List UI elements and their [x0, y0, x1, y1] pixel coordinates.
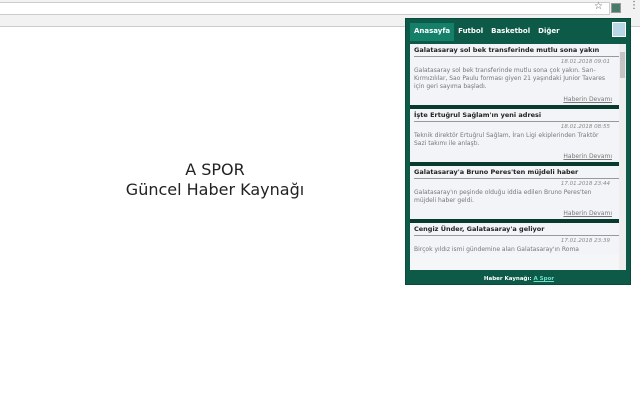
- news-summary: Galatasaray'ın peşinde olduğu iddia edil…: [414, 189, 592, 204]
- news-list: Galatasaray sol bek transferinde mutlu s…: [410, 44, 626, 270]
- tab-diger[interactable]: Diğer: [534, 23, 563, 41]
- page-heading: A SPOR Güncel Haber Kaynağı: [90, 160, 340, 200]
- read-more-link[interactable]: Haberin Devamı: [414, 209, 622, 219]
- news-item: Cengiz Ünder, Galatasaray'a geliyor 17.0…: [410, 223, 626, 254]
- news-date: 17.01.2018 23:44: [560, 181, 610, 187]
- scrollbar-thumb[interactable]: [620, 52, 625, 78]
- news-summary: Galatasaray sol bek transferinde mutlu s…: [414, 67, 606, 90]
- news-item: İşte Ertuğrul Sağlam'ın yeni adresi 18.0…: [410, 109, 626, 166]
- news-item: Galatasaray sol bek transferinde mutlu s…: [410, 44, 626, 109]
- read-more-link[interactable]: Haberin Devamı: [414, 152, 622, 162]
- tab-bar: Anasayfa Futbol Basketbol Diğer: [410, 23, 564, 41]
- source-link[interactable]: A Spor: [534, 276, 555, 282]
- tab-anasayfa[interactable]: Anasayfa: [410, 23, 455, 41]
- tab-basketbol[interactable]: Basketbol: [487, 23, 534, 41]
- news-item: Galatasaray'a Bruno Peres'ten müjdeli ha…: [410, 166, 626, 223]
- footer: Haber Kaynağı: A Spor: [406, 276, 632, 282]
- bookmark-star-icon[interactable]: ☆: [594, 1, 603, 12]
- extension-popup: Anasayfa Futbol Basketbol Diğer Galatasa…: [405, 18, 631, 285]
- logo-icon: [612, 22, 626, 37]
- news-title[interactable]: Galatasaray sol bek transferinde mutlu s…: [414, 44, 622, 57]
- menu-icon[interactable]: ⋮: [629, 0, 639, 11]
- news-summary: Teknik direktör Ertuğrul Sağlam, İran Li…: [414, 132, 599, 147]
- news-title[interactable]: İşte Ertuğrul Sağlam'ın yeni adresi: [414, 109, 622, 122]
- footer-label: Haber Kaynağı:: [483, 276, 532, 282]
- scrollbar[interactable]: [619, 44, 626, 270]
- tab-futbol[interactable]: Futbol: [454, 23, 487, 41]
- news-date: 18.01.2018 09:01: [560, 59, 610, 65]
- heading-subtitle: Güncel Haber Kaynağı: [125, 180, 305, 199]
- heading-title: A SPOR: [185, 160, 245, 179]
- news-date: 18.01.2018 08:55: [560, 124, 610, 130]
- extension-icon[interactable]: [611, 3, 621, 13]
- news-title[interactable]: Cengiz Ünder, Galatasaray'a geliyor: [414, 223, 622, 236]
- news-summary: Birçok yıldız ismi gündemine alan Galata…: [414, 246, 579, 253]
- news-title[interactable]: Galatasaray'a Bruno Peres'ten müjdeli ha…: [414, 166, 622, 179]
- read-more-link[interactable]: Haberin Devamı: [414, 95, 622, 105]
- news-date: 17.01.2018 23:39: [560, 238, 610, 244]
- address-bar[interactable]: [0, 2, 610, 15]
